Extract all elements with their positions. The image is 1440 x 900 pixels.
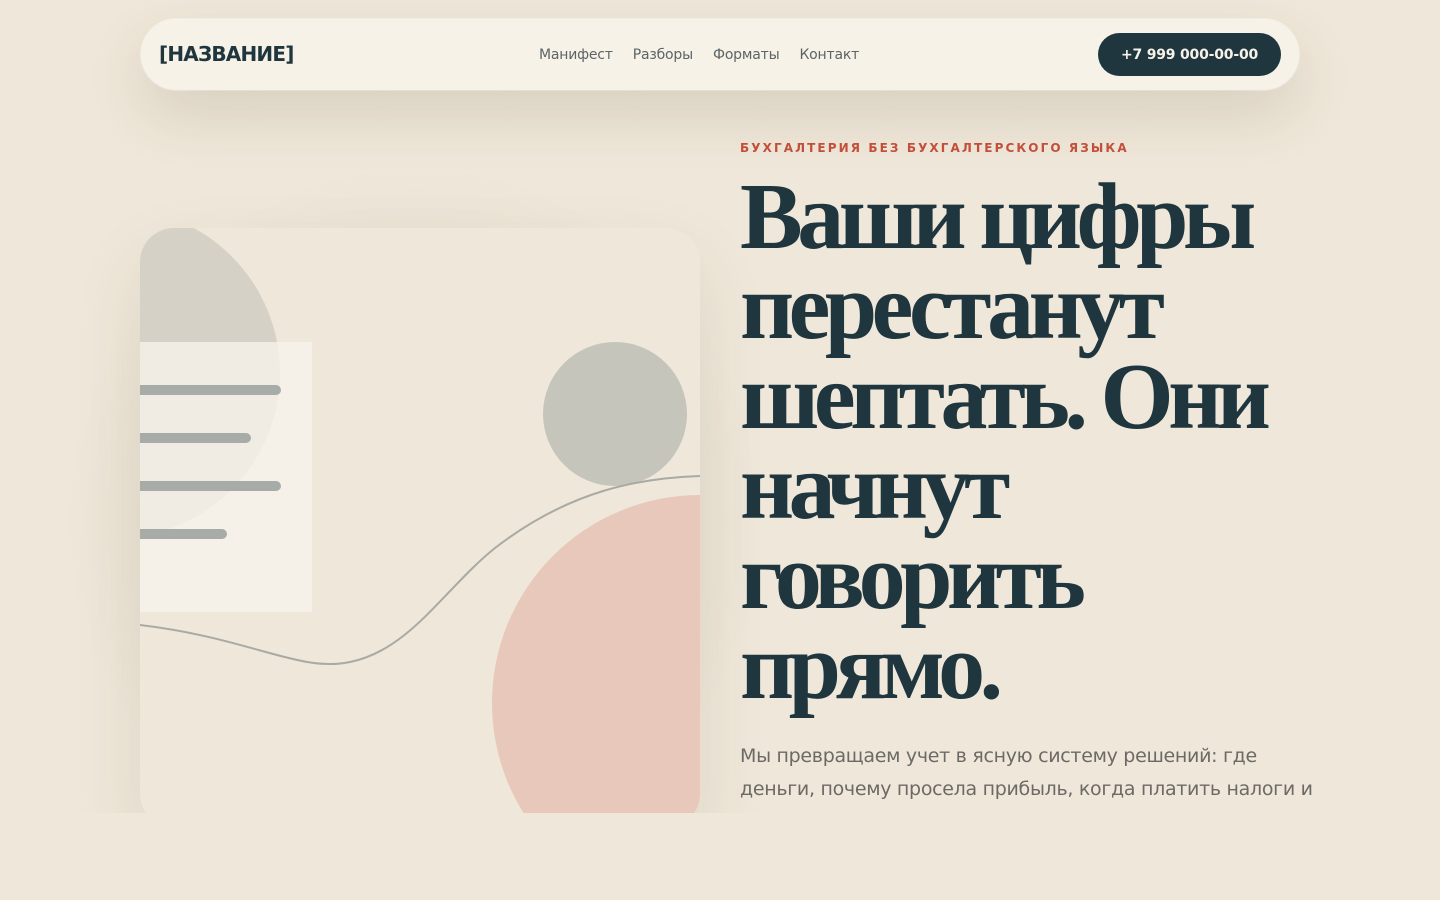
site-header: [НАЗВАНИЕ] Манифест Разборы Форматы Конт…: [141, 19, 1299, 90]
document-sheet: [140, 342, 312, 612]
nav-link-formats[interactable]: Форматы: [713, 47, 780, 63]
nav-link-contact[interactable]: Контакт: [799, 47, 859, 63]
nav-link-manifest[interactable]: Манифест: [539, 47, 613, 63]
landing-page: БУХГАЛТЕРИЯ БЕЗ БУХГАЛТЕРСКОГО ЯЗЫКА Ваш…: [0, 0, 1440, 900]
grey-circle-small: [543, 342, 687, 486]
hero-headline: Ваши цифры перестанут шептать. Они начну…: [740, 165, 1271, 719]
main-nav: Манифест Разборы Форматы Контакт: [539, 19, 859, 90]
hero-illustration: [140, 228, 700, 813]
hero-section: БУХГАЛТЕРИЯ БЕЗ БУХГАЛТЕРСКОГО ЯЗЫКА Ваш…: [0, 0, 1440, 813]
nav-link-reviews[interactable]: Разборы: [633, 47, 693, 63]
peach-circle: [492, 495, 700, 813]
hero-eyebrow: БУХГАЛТЕРИЯ БЕЗ БУХГАЛТЕРСКОГО ЯЗЫКА: [740, 141, 1129, 155]
phone-button[interactable]: +7 999 000-00-00: [1098, 33, 1281, 76]
hero-lead-text: Мы превращаем учет в ясную систему решен…: [740, 745, 1313, 813]
site-logo[interactable]: [НАЗВАНИЕ]: [159, 19, 294, 90]
abstract-illustration: [140, 228, 700, 813]
